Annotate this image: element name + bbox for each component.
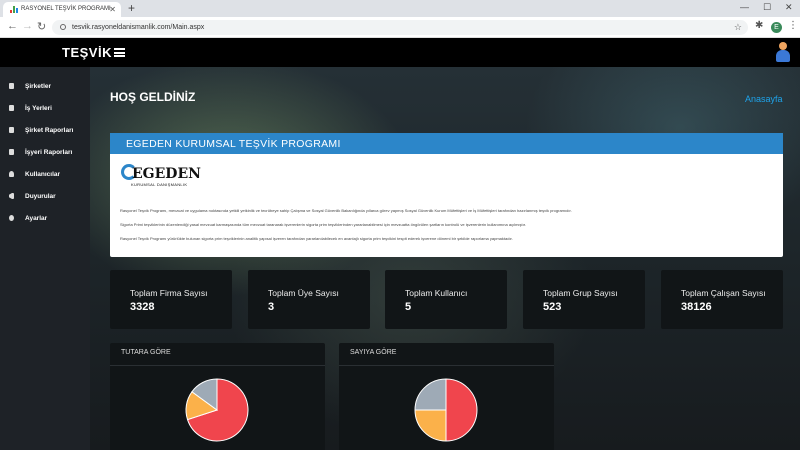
extensions-icon[interactable]: ✱ (755, 20, 763, 31)
info-box-title: EGEDEN KURUMSAL TEŞVİK PROGRAMI (110, 133, 783, 154)
pie-slice-2[interactable] (414, 378, 447, 411)
window-close-icon[interactable]: ✕ (785, 2, 793, 13)
megaphone-icon (9, 193, 14, 199)
stat-value: 3 (268, 301, 275, 313)
sidebar-item-label: Şirketler (25, 82, 52, 90)
sidebar-item-isyeri-raporlari[interactable]: İşyeri Raporları (9, 146, 72, 158)
bookmark-icon (9, 105, 14, 111)
stat-value: 3328 (130, 301, 155, 313)
report-icon (9, 149, 14, 155)
sidebar-item-label: İş Yerleri (25, 104, 52, 112)
reload-icon[interactable]: ↻ (37, 20, 46, 33)
chart-favicon-icon (10, 6, 18, 13)
back-icon[interactable]: ← (7, 20, 18, 32)
pie-slice-1[interactable] (414, 409, 447, 442)
page-title: HOŞ GELDİNİZ (110, 90, 196, 104)
browser-menu-icon[interactable]: ⋮ (788, 20, 798, 31)
bookmark-star-icon[interactable]: ☆ (734, 22, 742, 33)
pie-chart-tutar (185, 378, 249, 442)
browser-tab[interactable]: RASYONEL TEŞVİK PROGRAMI ✕ (3, 2, 121, 17)
stat-card-firma: Toplam Firma Sayısı 3328 (110, 270, 232, 329)
stat-label: Toplam Kullanıcı (405, 288, 468, 298)
minimize-icon[interactable]: — (740, 2, 749, 12)
tab-title: RASYONEL TEŞVİK PROGRAMI (21, 6, 111, 12)
stat-value: 523 (543, 301, 562, 313)
info-paragraph: Rasyonel Teşvik Programı yürürlükte bulu… (120, 236, 513, 241)
sidebar-item-label: Ayarlar (25, 214, 48, 222)
maximize-icon[interactable]: ☐ (763, 2, 771, 13)
brand-title: TEŞVİK (62, 45, 112, 60)
lock-icon (60, 24, 66, 30)
profile-avatar[interactable]: E (771, 22, 782, 33)
sidebar-item-is-yerleri[interactable]: İş Yerleri (9, 102, 52, 114)
stat-value: 38126 (681, 301, 712, 313)
egeden-logo: EGEDEN KURUMSAL DANIŞMANLIK (120, 161, 220, 191)
close-tab-icon[interactable]: ✕ (109, 5, 116, 14)
stat-label: Toplam Firma Sayısı (130, 288, 208, 298)
stat-value: 5 (405, 301, 412, 313)
pie-slice-0[interactable] (445, 378, 478, 442)
user-icon (9, 171, 14, 177)
sidebar-item-kullanicilar[interactable]: Kullanıcılar (9, 168, 60, 180)
sidebar-item-label: Şirket Raporları (25, 126, 74, 134)
info-paragraph: Rasyonel Teşvik Programı, mevzuat ve uyg… (120, 208, 572, 213)
user-avatar-icon[interactable] (776, 42, 790, 62)
program-info-box: EGEDEN KURUMSAL TEŞVİK PROGRAMI EGEDEN K… (110, 133, 783, 257)
stat-label: Toplam Grup Sayısı (543, 288, 618, 298)
stat-card-grup: Toplam Grup Sayısı 523 (523, 270, 645, 329)
browser-toolbar: ← → ↻ tesvik.rasyoneldanismanlik.com/Mai… (0, 17, 800, 38)
sidebar-item-label: Duyurular (25, 192, 56, 200)
gear-icon (9, 215, 14, 221)
stat-card-kullanici: Toplam Kullanıcı 5 (385, 270, 507, 329)
building-icon (9, 83, 14, 89)
stat-label: Toplam Çalışan Sayısı (681, 288, 766, 298)
main-content: HOŞ GELDİNİZ Anasayfa EGEDEN KURUMSAL TE… (90, 67, 800, 450)
pie-chart-sayi (414, 378, 478, 442)
new-tab-icon[interactable]: + (128, 1, 135, 15)
chart-panel-tutar: TUTARA GÖRE (110, 343, 325, 450)
sidebar-item-sirketler[interactable]: Şirketler (9, 80, 51, 92)
browser-tabbar: RASYONEL TEŞVİK PROGRAMI ✕ + — ☐ ✕ (0, 0, 800, 17)
chart-panel-sayi: SAYIYA GÖRE (339, 343, 554, 450)
stat-card-calisan: Toplam Çalışan Sayısı 38126 (661, 270, 783, 329)
app-header: TEŞVİK (0, 38, 800, 67)
stat-label: Toplam Üye Sayısı (268, 288, 339, 298)
menu-toggle-icon[interactable] (114, 48, 125, 57)
breadcrumb-home-link[interactable]: Anasayfa (745, 94, 783, 104)
address-bar[interactable]: tesvik.rasyoneldanismanlik.com/Main.aspx… (52, 20, 748, 35)
stat-card-uye: Toplam Üye Sayısı 3 (248, 270, 370, 329)
report-icon (9, 127, 14, 133)
sidebar: Şirketler İş Yerleri Şirket Raporları İş… (0, 67, 90, 450)
logo-subtitle: KURUMSAL DANIŞMANLIK (131, 182, 188, 187)
sidebar-item-label: İşyeri Raporları (25, 148, 73, 156)
sidebar-item-duyurular[interactable]: Duyurular (9, 190, 56, 202)
sidebar-item-label: Kullanıcılar (25, 170, 61, 178)
forward-icon[interactable]: → (22, 20, 33, 32)
url-text: tesvik.rasyoneldanismanlik.com/Main.aspx (72, 24, 205, 31)
sidebar-item-sirket-raporlari[interactable]: Şirket Raporları (9, 124, 73, 136)
info-paragraph: Sigorta Primi teşviklerinin düzenlendiği… (120, 222, 526, 227)
sidebar-item-ayarlar[interactable]: Ayarlar (9, 212, 47, 224)
logo-wordmark: EGEDEN (132, 166, 201, 182)
